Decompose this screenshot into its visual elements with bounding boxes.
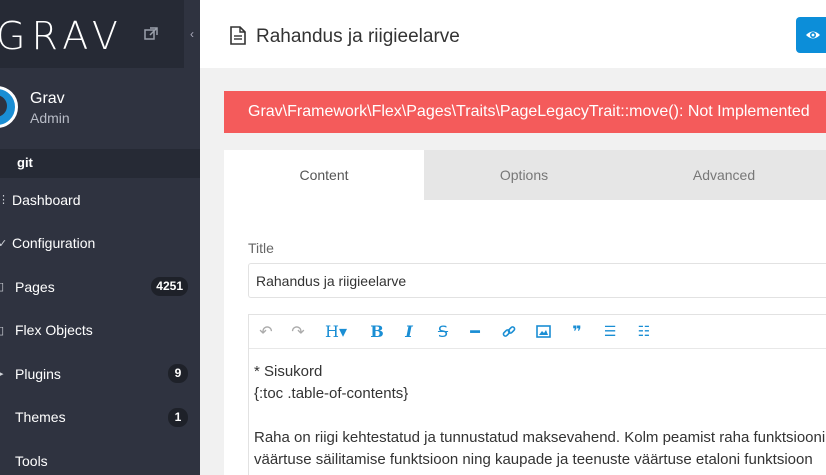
redo-icon[interactable]: ↷ xyxy=(289,322,307,342)
sidebar-item-label: Themes xyxy=(15,409,66,426)
sidebar-item-tools[interactable]: Tools xyxy=(0,439,200,475)
italic-icon[interactable]: I xyxy=(401,322,417,342)
dashboard-icon: ⋮ xyxy=(0,194,9,207)
sidebar-nav: ⋮ Dashboard ✓ Configuration ▯ Pages 4251… xyxy=(0,178,200,475)
tab-content[interactable]: Content xyxy=(224,150,424,200)
plug-icon: ▸ xyxy=(0,368,4,381)
sidebar-item-dashboard[interactable]: ⋮ Dashboard xyxy=(0,178,200,222)
user-name: Grav xyxy=(30,90,65,107)
sidebar-item-label: Configuration xyxy=(12,235,96,252)
bullet-list-icon[interactable]: ☰ xyxy=(601,322,619,342)
list-icon: ▯ xyxy=(0,324,5,337)
tab-options[interactable]: Options xyxy=(424,150,624,200)
editor-line: * Sisukord xyxy=(254,363,323,380)
editor-content[interactable]: * Sisukord {:toc .table-of-contents} Rah… xyxy=(254,361,826,471)
sidebar-collapse-button[interactable]: ‹ xyxy=(184,0,200,68)
sidebar-item-label: Plugins xyxy=(15,365,61,382)
plugins-count-badge: 9 xyxy=(168,364,188,383)
pages-count-badge: 4251 xyxy=(151,277,188,296)
sidebar-item-themes[interactable]: Themes 1 xyxy=(0,396,200,440)
wrench-icon: ✓ xyxy=(0,237,8,250)
sidebar-item-configuration[interactable]: ✓ Configuration xyxy=(0,222,200,266)
numbered-list-icon[interactable]: ☷ xyxy=(635,322,653,342)
editor-tabs: Content Options Advanced xyxy=(224,150,826,200)
bold-icon[interactable]: B xyxy=(369,322,385,342)
user-profile[interactable]: Grav Admin xyxy=(0,68,200,150)
git-sync-row[interactable]: git xyxy=(0,150,200,178)
file-icon: ▯ xyxy=(0,281,5,294)
editor-toolbar: ↶ ↷ H▾ B I S ━ ❞ ☰ ☷ xyxy=(249,315,826,349)
preview-button[interactable] xyxy=(796,17,826,53)
avatar xyxy=(0,86,18,128)
tab-advanced[interactable]: Advanced xyxy=(624,150,824,200)
undo-icon[interactable]: ↶ xyxy=(257,322,275,342)
editor-line: Raha on riigi kehtestatud ja tunnustatud… xyxy=(254,429,826,446)
image-icon[interactable] xyxy=(535,322,551,342)
page-title: Rahandus ja riigieelarve xyxy=(256,26,460,47)
link-icon[interactable] xyxy=(501,322,517,342)
sidebar: GRAV ‹ Grav Admin git ⋮ Dashboard ✓ Conf… xyxy=(0,0,200,475)
editor-line: {:toc .table-of-contents} xyxy=(254,385,409,402)
sidebar-item-label: Flex Objects xyxy=(15,322,93,339)
error-alert: Grav\Framework\Flex\Pages\Traits\PageLeg… xyxy=(224,91,826,133)
editor-line: väärtuse säilitamise funktsioon ning kau… xyxy=(254,451,813,468)
page-editor-card: Content Options Advanced Title ↶ ↷ H▾ B … xyxy=(224,150,826,475)
sidebar-item-pages[interactable]: ▯ Pages 4251 xyxy=(0,265,200,309)
sidebar-item-label: Pages xyxy=(15,278,55,295)
grav-logo[interactable]: GRAV xyxy=(0,14,124,58)
sidebar-item-label: Dashboard xyxy=(12,191,81,208)
page-header: Rahandus ja riigieelarve xyxy=(200,0,826,68)
heading-icon[interactable]: H▾ xyxy=(321,322,351,342)
quote-icon[interactable]: ❞ xyxy=(569,322,585,342)
git-label: git xyxy=(17,155,33,170)
user-role: Admin xyxy=(30,110,70,126)
logo-bar: GRAV xyxy=(0,0,200,68)
horizontal-rule-icon[interactable]: ━ xyxy=(467,322,483,342)
title-field-label: Title xyxy=(248,240,274,256)
markdown-editor: ↶ ↷ H▾ B I S ━ ❞ ☰ ☷ * Sisukord {:toc .t… xyxy=(248,314,826,475)
document-icon xyxy=(230,26,246,45)
eye-icon xyxy=(806,31,820,39)
title-input[interactable] xyxy=(248,263,826,298)
strikethrough-icon[interactable]: S xyxy=(435,322,451,342)
sidebar-item-plugins[interactable]: ▸ Plugins 9 xyxy=(0,352,200,396)
external-link-icon[interactable] xyxy=(144,27,158,41)
sidebar-item-flex-objects[interactable]: ▯ Flex Objects xyxy=(0,309,200,353)
themes-count-badge: 1 xyxy=(168,407,188,427)
sidebar-item-label: Tools xyxy=(15,452,48,469)
